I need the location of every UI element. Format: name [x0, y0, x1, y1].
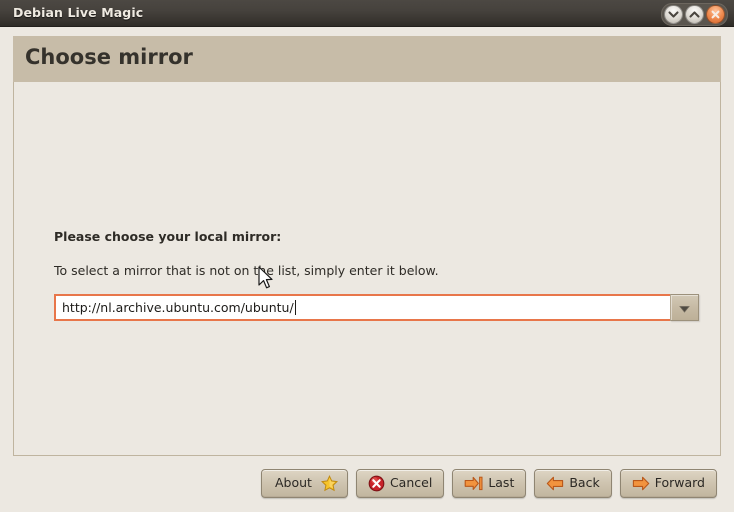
mirror-prompt-label: Please choose your local mirror:	[54, 229, 282, 244]
forward-button-label: Forward	[654, 474, 705, 490]
arrow-right-icon	[632, 475, 650, 492]
title-bar[interactable]: Debian Live Magic	[0, 0, 734, 27]
dialog-button-bar: About Cancel Last Back Forward	[0, 462, 734, 504]
about-button[interactable]: About	[260, 468, 348, 498]
mirror-dropdown-button[interactable]	[670, 294, 699, 321]
forward-button[interactable]: Forward	[619, 468, 717, 498]
application-window: Debian Live Magic Choose mirror Please c…	[0, 0, 734, 512]
triangle-down-icon	[679, 298, 690, 317]
back-button-label: Back	[569, 474, 600, 490]
minimize-button[interactable]	[664, 5, 683, 24]
mirror-prompt-description: To select a mirror that is not on the li…	[54, 263, 439, 278]
content-panel: Please choose your local mirror: To sele…	[13, 82, 721, 456]
page-header: Choose mirror	[13, 36, 721, 82]
chevron-down-icon	[668, 10, 679, 19]
window-controls	[661, 3, 728, 26]
text-caret	[294, 300, 296, 315]
mirror-input[interactable]: http://nl.archive.ubuntu.com/ubuntu/	[54, 294, 670, 321]
mirror-combobox[interactable]: http://nl.archive.ubuntu.com/ubuntu/	[54, 294, 699, 321]
arrow-left-icon	[546, 475, 564, 492]
last-button[interactable]: Last	[452, 468, 527, 498]
close-x-icon	[710, 9, 721, 20]
error-circle-x-icon	[368, 475, 385, 492]
about-button-label: About	[274, 474, 312, 490]
back-button[interactable]: Back	[534, 468, 612, 498]
page-title: Choose mirror	[25, 45, 193, 69]
close-button[interactable]	[706, 5, 725, 24]
cancel-button-label: Cancel	[389, 474, 433, 490]
mirror-input-value: http://nl.archive.ubuntu.com/ubuntu/	[62, 300, 294, 315]
cancel-button[interactable]: Cancel	[355, 468, 445, 498]
chevron-up-icon	[689, 10, 700, 19]
last-button-label: Last	[488, 474, 515, 490]
window-title: Debian Live Magic	[13, 5, 144, 20]
star-icon	[320, 474, 338, 492]
maximize-button[interactable]	[685, 5, 704, 24]
skip-forward-icon	[464, 475, 483, 492]
